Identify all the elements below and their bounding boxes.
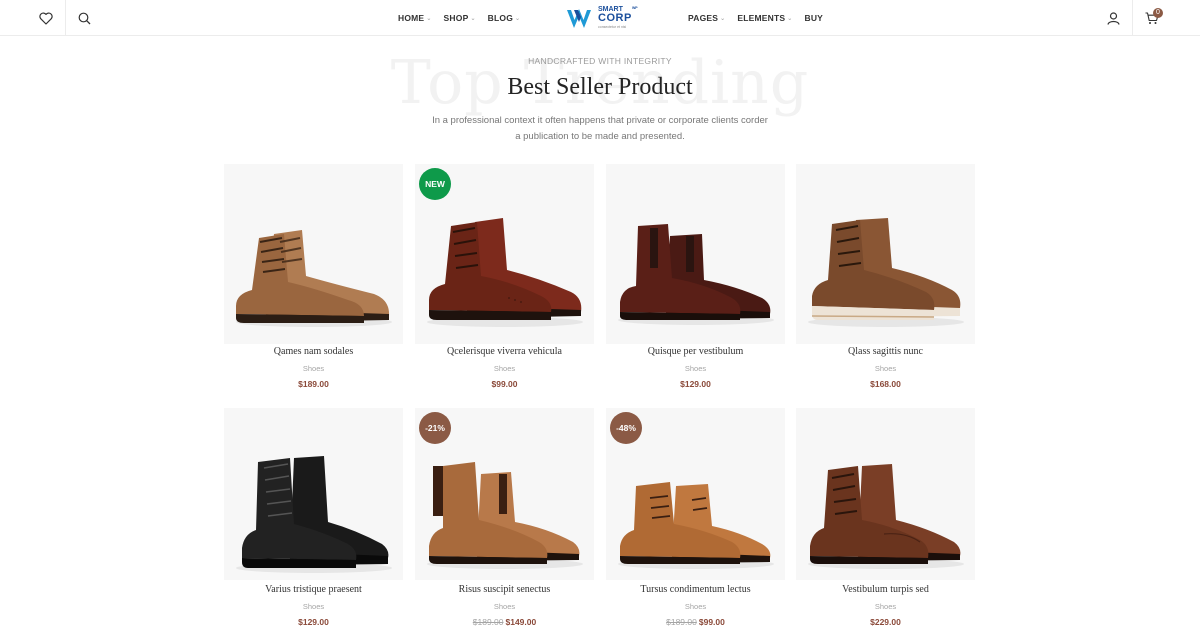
chevron-down-icon: ⌄ xyxy=(787,15,793,22)
product-image[interactable]: NEW xyxy=(415,164,594,344)
product-price: $168.00 xyxy=(870,379,901,389)
product-price: $99.00 xyxy=(491,379,518,389)
product-category[interactable]: Shoes xyxy=(796,602,975,611)
product-title[interactable]: Tursus condimentum lectus xyxy=(606,584,785,595)
product-image[interactable] xyxy=(224,164,403,344)
wishlist-button[interactable] xyxy=(28,0,64,36)
product-title[interactable]: Qcelerisque viverra vehicula xyxy=(415,346,594,357)
header-divider xyxy=(1132,0,1133,36)
product-category[interactable]: Shoes xyxy=(415,602,594,611)
chevron-down-icon: ⌄ xyxy=(426,15,432,22)
discount-badge: -21% xyxy=(419,412,451,444)
heart-icon xyxy=(39,11,53,25)
product-image[interactable] xyxy=(606,164,785,344)
product-image[interactable] xyxy=(796,408,975,580)
boot-image xyxy=(808,464,964,569)
product-category[interactable]: Shoes xyxy=(606,364,785,373)
product-price: $189.00 xyxy=(298,379,329,389)
product-title[interactable]: Quisque per vestibulum xyxy=(606,346,785,357)
chevron-down-icon: ⌄ xyxy=(720,15,726,22)
product-title[interactable]: Vestibulum turpis sed xyxy=(796,584,975,595)
section-title: Best Seller Product xyxy=(507,74,693,100)
discount-badge: -48% xyxy=(610,412,642,444)
nav-home[interactable]: HOME ⌄ xyxy=(398,13,432,23)
boot-image xyxy=(808,218,964,327)
product-category[interactable]: Shoes xyxy=(606,602,785,611)
site-logo[interactable]: SMART WP CORP consectetur et nisi xyxy=(566,4,642,32)
product-image[interactable]: -21% xyxy=(415,408,594,580)
product-price: $129.00 xyxy=(680,379,711,389)
nav-pages[interactable]: PAGES ⌄ xyxy=(688,13,725,23)
product-price: $189.00 $99.00 xyxy=(666,617,725,627)
user-icon xyxy=(1106,11,1120,25)
nav-elements[interactable]: ELEMENTS ⌄ xyxy=(737,13,792,23)
product-title[interactable]: Varius tristique praesent xyxy=(224,584,403,595)
boot-image xyxy=(236,456,392,573)
nav-buy[interactable]: BUY xyxy=(805,13,824,23)
product-price: $229.00 xyxy=(870,617,901,627)
main-nav-right: PAGES ⌄ ELEMENTS ⌄ BUY xyxy=(688,0,835,36)
nav-shop[interactable]: SHOP ⌄ xyxy=(444,13,476,23)
product-title[interactable]: Qlass sagittis nunc xyxy=(796,346,975,357)
main-nav-left: HOME ⌄ SHOP ⌄ BLOG ⌄ xyxy=(398,0,532,36)
chevron-down-icon: ⌄ xyxy=(470,15,476,22)
old-price: $189.00 xyxy=(666,617,697,627)
search-button[interactable] xyxy=(66,0,102,36)
product-image[interactable] xyxy=(796,164,975,344)
site-header: HOME ⌄ SHOP ⌄ BLOG ⌄ SMART WP CORP consecte… xyxy=(0,0,1200,36)
old-price: $189.00 xyxy=(472,617,504,627)
account-button[interactable] xyxy=(1095,0,1131,36)
cart-count-badge: 0 xyxy=(1153,8,1163,18)
logo-mark xyxy=(567,9,591,28)
product-title[interactable]: Risus suscipit senectus xyxy=(415,584,594,595)
boot-image xyxy=(618,224,774,325)
product-price: $189.00 $149.00 xyxy=(472,617,537,627)
boot-image xyxy=(236,230,392,327)
section-description: In a professional context it often happe… xyxy=(432,115,768,142)
product-category[interactable]: Shoes xyxy=(224,364,403,373)
search-icon xyxy=(78,12,90,24)
cart-button[interactable]: 0 xyxy=(1134,0,1170,36)
product-image[interactable] xyxy=(224,408,403,580)
product-category[interactable]: Shoes xyxy=(796,364,975,373)
section-eyebrow: HANDCRAFTED WITH INTEGRITY xyxy=(528,56,672,66)
product-category[interactable]: Shoes xyxy=(224,602,403,611)
product-title[interactable]: Qames nam sodales xyxy=(224,346,403,357)
new-badge: NEW xyxy=(419,168,451,200)
chevron-down-icon: ⌄ xyxy=(515,15,521,22)
product-price: $129.00 xyxy=(298,617,329,627)
product-image[interactable]: -48% xyxy=(606,408,785,580)
nav-blog[interactable]: BLOG ⌄ xyxy=(488,13,521,23)
product-category[interactable]: Shoes xyxy=(415,364,594,373)
